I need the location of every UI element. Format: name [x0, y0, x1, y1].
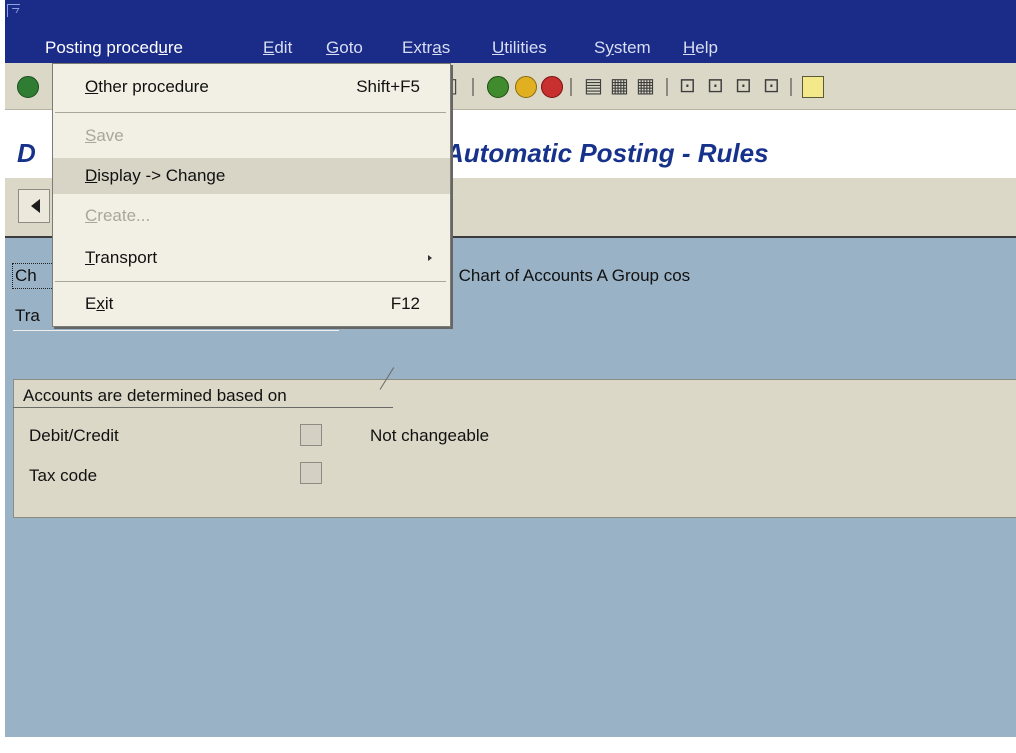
tax-code-label: Tax code — [29, 466, 98, 485]
find-icon[interactable]: ▦ — [610, 75, 629, 97]
menu-item-label: Save — [85, 126, 124, 145]
chart-of-accounts-label: Ch — [15, 266, 37, 285]
menu-item-label: Transport — [85, 248, 158, 267]
sap-window: Posting procedure Edit Goto Extras Utili… — [5, 0, 1016, 737]
enter-icon[interactable] — [17, 76, 39, 98]
last-page-icon[interactable]: ⊡ — [763, 75, 780, 97]
menu-item-label: Exit — [85, 294, 114, 313]
debit-credit-checkbox[interactable] — [300, 424, 322, 446]
window-menu-icon[interactable] — [7, 4, 20, 17]
page-title: Automatic Posting - Rules — [445, 138, 769, 168]
chart-of-accounts-description: on Chart of Accounts A Group cos — [435, 266, 691, 285]
menu-system[interactable]: System — [594, 38, 651, 58]
previous-entry-button[interactable] — [18, 189, 50, 223]
menu-item-save: Save — [53, 118, 450, 154]
debit-credit-label: Debit/Credit — [29, 426, 119, 445]
page-title-prefix: D — [17, 138, 36, 168]
transaction-field-line — [13, 330, 339, 331]
toolbar-separator — [666, 78, 668, 96]
find-next-icon[interactable]: ▦ — [636, 75, 655, 97]
create-session-icon[interactable] — [802, 76, 824, 98]
shortcut-text: Shift+F5 — [356, 77, 420, 96]
submenu-arrow-icon — [428, 255, 432, 261]
menu-utilities[interactable]: Utilities — [492, 38, 547, 58]
next-page-icon[interactable]: ⊡ — [735, 75, 752, 97]
exit-icon[interactable] — [515, 76, 537, 98]
menu-separator — [55, 281, 446, 282]
back-icon[interactable] — [487, 76, 509, 98]
cancel-icon[interactable] — [541, 76, 563, 98]
transaction-label: Tra — [15, 306, 40, 325]
menu-edit[interactable]: Edit — [263, 38, 292, 58]
menu-item-transport[interactable]: Transport — [53, 240, 450, 276]
posting-procedure-dropdown: Other procedure Shift+F5 Save Display ->… — [52, 63, 451, 327]
menu-help[interactable]: Help — [683, 38, 718, 58]
menu-bar: Posting procedure Edit Goto Extras Utili… — [5, 0, 1016, 63]
menu-item-other-procedure[interactable]: Other procedure Shift+F5 — [53, 69, 450, 105]
shortcut-text: F12 — [390, 294, 420, 313]
toolbar-separator — [570, 78, 572, 96]
toolbar-separator — [790, 78, 792, 96]
print-icon[interactable]: ▤ — [584, 75, 603, 97]
menu-item-exit[interactable]: Exit F12 — [53, 286, 450, 322]
menu-separator — [55, 112, 446, 113]
menu-item-create: Create... — [53, 198, 450, 234]
previous-page-icon[interactable]: ⊡ — [707, 75, 724, 97]
debit-credit-note: Not changeable — [370, 426, 490, 445]
bottom-strip — [0, 737, 1016, 753]
menu-goto[interactable]: Goto — [326, 38, 363, 58]
menu-item-label: Create... — [85, 206, 151, 225]
menu-item-label: Display -> Change — [85, 166, 226, 185]
menu-item-display-change[interactable]: Display -> Change — [53, 158, 450, 194]
menu-posting-procedure[interactable]: Posting procedure — [45, 38, 183, 58]
group-title-underline — [13, 407, 393, 408]
menu-item-label: Other procedure — [85, 77, 209, 96]
menu-extras[interactable]: Extras — [402, 38, 450, 58]
toolbar-separator — [472, 78, 474, 96]
tax-code-checkbox[interactable] — [300, 462, 322, 484]
first-page-icon[interactable]: ⊡ — [679, 75, 696, 97]
group-title: Accounts are determined based on — [23, 386, 287, 405]
